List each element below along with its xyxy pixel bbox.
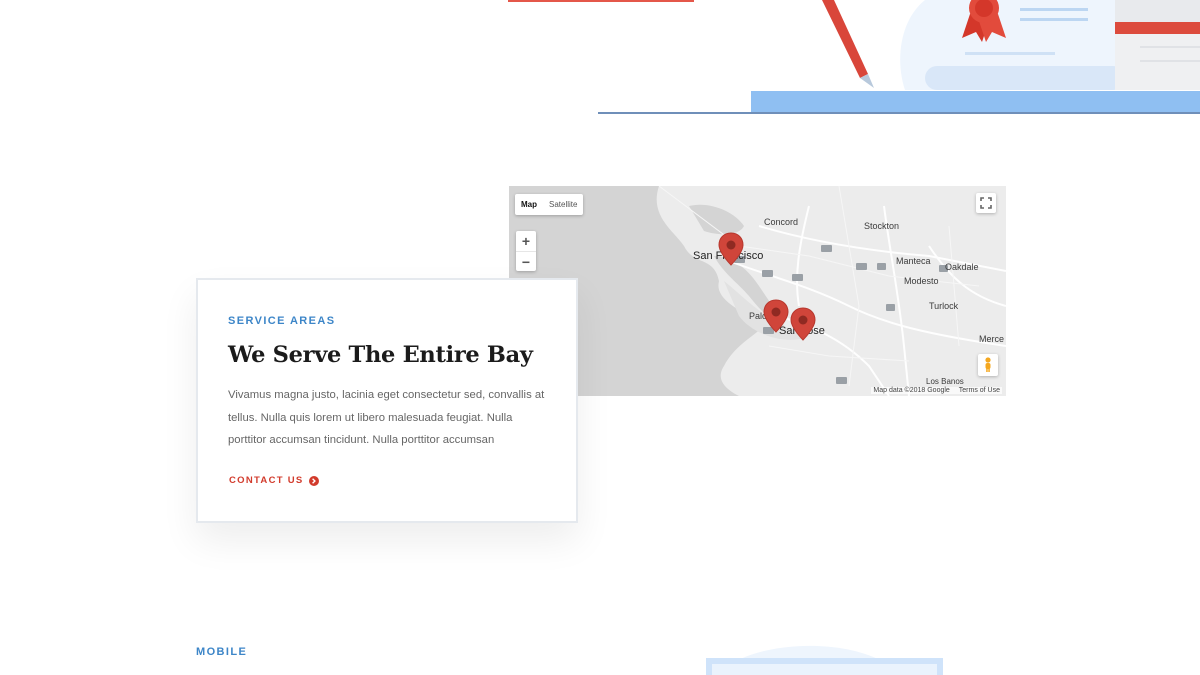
city-label-turlock: Turlock xyxy=(929,301,959,311)
contact-us-label: CONTACT US xyxy=(229,475,304,486)
map-terms-link[interactable]: Terms of Use xyxy=(959,387,1000,394)
document-illustration xyxy=(508,0,1200,114)
zoom-in-button[interactable]: + xyxy=(516,231,536,251)
zoom-control: + − xyxy=(516,231,536,271)
city-label-los-banos: Los Banos xyxy=(926,377,964,386)
city-label-modesto: Modesto xyxy=(904,276,939,286)
pegman-icon xyxy=(985,357,991,372)
map-terrain xyxy=(509,186,1006,396)
map-type-satellite-button[interactable]: Satellite xyxy=(543,194,583,215)
mobile-eyebrow: MOBILE xyxy=(196,646,248,658)
mobile-illustration xyxy=(706,645,943,675)
service-areas-card: SERVICE AREAS We Serve The Entire Bay Vi… xyxy=(196,278,578,523)
service-area-map[interactable]: Concord Stockton San Francisco Manteca O… xyxy=(509,186,1006,396)
city-label-concord: Concord xyxy=(764,217,799,227)
service-areas-description: Vivamus magna justo, lacinia eget consec… xyxy=(228,389,545,446)
location-marker-san-jose[interactable] xyxy=(790,307,816,341)
fullscreen-icon xyxy=(980,197,992,209)
map-attribution: Map data ©2018 Google Terms of Use xyxy=(871,387,1002,394)
zoom-out-button[interactable]: − xyxy=(516,251,536,271)
city-label-stockton: Stockton xyxy=(864,221,900,231)
city-label-manteca: Manteca xyxy=(896,256,931,266)
arrow-circle-right-icon xyxy=(308,475,319,486)
map-data-credit: Map data ©2018 Google xyxy=(873,387,950,394)
map-type-control: Map Satellite xyxy=(515,194,584,215)
fullscreen-button[interactable] xyxy=(976,193,996,213)
location-marker-palo-alto[interactable] xyxy=(763,299,789,333)
location-marker-san-francisco[interactable] xyxy=(718,232,744,266)
city-label-oakdale: Oakdale xyxy=(945,262,979,272)
service-areas-eyebrow: SERVICE AREAS xyxy=(228,315,336,327)
street-view-button[interactable] xyxy=(978,354,998,376)
service-areas-heading: We Serve The Entire Bay xyxy=(228,342,533,368)
contact-us-link[interactable]: CONTACT US xyxy=(229,475,319,486)
city-label-merced: Merce xyxy=(979,334,1005,344)
map-type-map-button[interactable]: Map xyxy=(515,194,543,215)
